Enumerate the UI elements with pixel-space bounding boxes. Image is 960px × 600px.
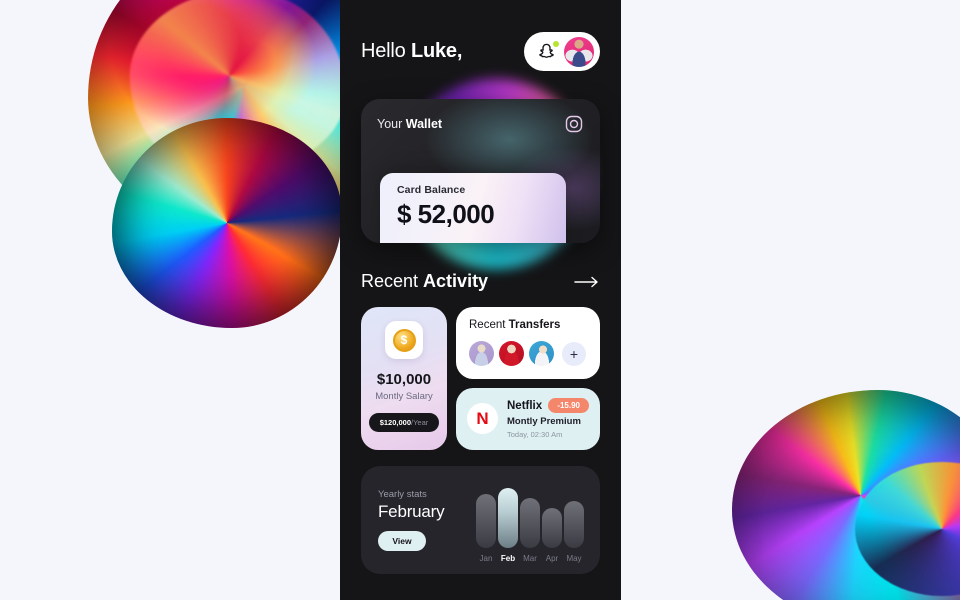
bar-label-apr: Apr [545, 554, 559, 563]
salary-card[interactable]: $ $10,000 Montly Salary $120,000/Year [361, 307, 447, 450]
wallet-section: Your Wallet Card Balance $ 52,000 [361, 79, 600, 269]
transfers-avatar-row: + [469, 341, 587, 366]
bar-feb [498, 487, 518, 548]
contact-avatar-1[interactable] [469, 341, 494, 366]
activity-right-column: Recent Transfers + N Netflix -15.90 Mont… [456, 307, 600, 450]
app-header: Hello Luke, [340, 0, 621, 71]
avatar[interactable] [564, 36, 594, 67]
wallet-card[interactable]: Your Wallet Card Balance $ 52,000 [361, 99, 600, 243]
monthly-bar-chart: Jan Feb Mar Apr May [474, 477, 586, 563]
phone-screen: Hello Luke, Your Wallet Card Balance $ 5… [340, 0, 621, 600]
netflix-logo-icon: N [467, 403, 498, 434]
contact-avatar-3[interactable] [529, 341, 554, 366]
salary-yearly-amount: $120,000 [379, 418, 412, 427]
wallet-card-header: Your Wallet [361, 99, 600, 134]
transfers-title-prefix: Recent [469, 319, 509, 331]
gradient-blob-bottom-right [732, 390, 960, 600]
netflix-name: Netflix [507, 399, 543, 412]
card-balance-panel: Card Balance $ 52,000 [380, 173, 566, 243]
salary-yearly-period: /Year [411, 418, 429, 427]
bar-column-apr[interactable]: Apr [542, 507, 562, 563]
bar-label-jan: Jan [479, 554, 493, 563]
scan-icon[interactable] [564, 114, 584, 134]
gradient-blob-top-left-secondary [112, 118, 342, 328]
netflix-details: Netflix -15.90 Montly Premium Today, 02:… [507, 398, 589, 439]
greeting-text: Hello Luke, [361, 40, 462, 63]
wallet-title-prefix: Your [377, 117, 406, 131]
snapchat-ghost-icon[interactable] [537, 41, 559, 61]
stats-month: February [378, 502, 445, 521]
netflix-amount-badge: -15.90 [548, 398, 589, 413]
salary-yearly-badge: $120,000/Year [368, 413, 440, 432]
wallet-title: Your Wallet [377, 117, 442, 131]
bar-apr [542, 507, 562, 548]
yearly-stats-card[interactable]: Yearly stats February View Jan Feb Mar Apr M… [361, 466, 600, 574]
greeting-prefix: Hello [361, 40, 411, 62]
stats-label: Yearly stats [378, 489, 427, 500]
bar-column-jan[interactable]: Jan [476, 494, 496, 563]
arrow-right-icon[interactable] [574, 275, 600, 289]
bar-label-mar: Mar [523, 554, 537, 563]
header-actions-pill[interactable] [524, 32, 600, 71]
view-stats-button[interactable]: View [378, 531, 426, 551]
bar-column-may[interactable]: May [564, 501, 584, 563]
bar-jan [476, 494, 496, 548]
transfers-title-strong: Transfers [508, 319, 561, 331]
salary-subtitle: Montly Salary [375, 391, 433, 402]
netflix-title-row: Netflix -15.90 [507, 398, 589, 413]
netflix-plan: Montly Premium [507, 416, 581, 427]
stats-info: Yearly stats February View [378, 489, 464, 551]
bar-label-may: May [566, 554, 582, 563]
recent-activity-header: Recent Activity [361, 271, 600, 292]
section-title: Recent Activity [361, 271, 488, 292]
add-contact-button[interactable]: + [562, 341, 586, 366]
netflix-transaction-card[interactable]: N Netflix -15.90 Montly Premium Today, 0… [456, 388, 600, 450]
coin-glyph: $ [392, 328, 416, 352]
activity-grid: $ $10,000 Montly Salary $120,000/Year Re… [361, 307, 600, 450]
greeting-name: Luke, [410, 40, 463, 62]
transfers-title: Recent Transfers [469, 319, 587, 331]
bar-column-mar[interactable]: Mar [520, 497, 540, 563]
contact-avatar-2[interactable] [499, 341, 524, 366]
bar-column-feb[interactable]: Feb [498, 487, 518, 563]
section-title-strong: Activity [423, 271, 489, 291]
recent-transfers-card[interactable]: Recent Transfers + [456, 307, 600, 379]
notification-dot [553, 41, 559, 47]
wallet-title-strong: Wallet [405, 117, 443, 131]
section-title-prefix: Recent [361, 271, 424, 291]
dollar-coin-icon: $ [385, 321, 423, 359]
bar-mar [520, 497, 540, 548]
bar-may [564, 501, 584, 548]
card-balance-label: Card Balance [397, 184, 466, 196]
bar-label-feb: Feb [500, 554, 516, 563]
salary-amount: $10,000 [376, 371, 432, 388]
netflix-timestamp: Today, 02:30 Am [507, 430, 563, 439]
card-balance-amount: $ 52,000 [397, 199, 495, 229]
